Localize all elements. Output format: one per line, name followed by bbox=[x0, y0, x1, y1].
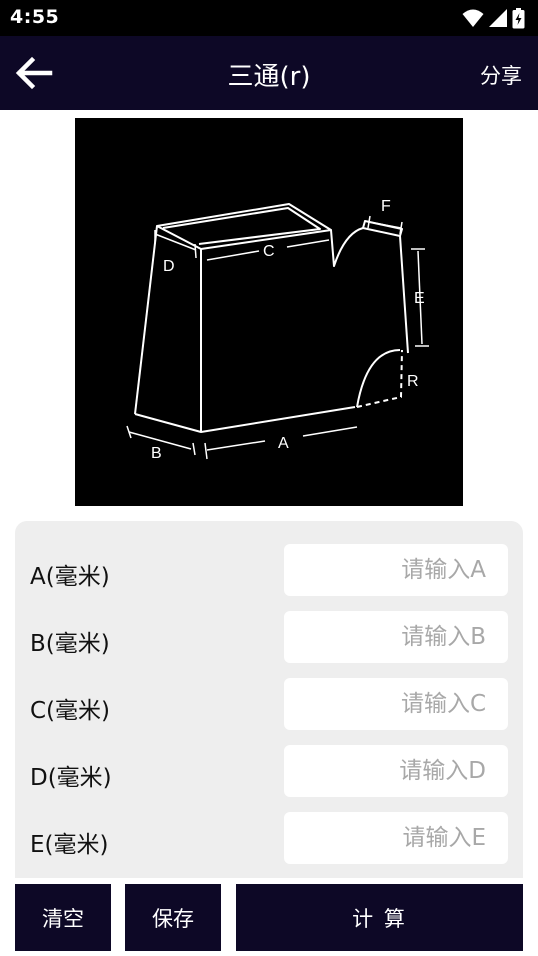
field-label-d: D(毫米) bbox=[30, 765, 112, 791]
form-row-a: A(毫米) bbox=[15, 544, 523, 596]
calculate-button[interactable]: 计 算 bbox=[236, 884, 523, 951]
field-label-c: C(毫米) bbox=[30, 698, 111, 724]
field-label-b: B(毫米) bbox=[30, 631, 110, 657]
app-bar: 三通(r) 分享 bbox=[0, 36, 538, 110]
battery-icon bbox=[512, 8, 525, 29]
form-row-d: D(毫米) bbox=[15, 745, 523, 797]
tee-diagram: D C F E R B A bbox=[75, 118, 463, 506]
back-arrow-icon bbox=[15, 56, 53, 90]
input-e[interactable] bbox=[284, 812, 508, 864]
field-label-a: A(毫米) bbox=[30, 564, 110, 590]
status-time: 4:55 bbox=[10, 6, 60, 28]
input-c[interactable] bbox=[284, 678, 508, 730]
clear-button[interactable]: 清空 bbox=[15, 884, 111, 951]
dimension-label-c: C bbox=[263, 243, 275, 260]
form-row-b: B(毫米) bbox=[15, 611, 523, 663]
status-bar: 4:55 bbox=[0, 0, 538, 36]
field-label-e: E(毫米) bbox=[30, 832, 109, 858]
page-title: 三通(r) bbox=[227, 62, 311, 92]
action-bar: 清空 保存 计 算 bbox=[0, 878, 538, 956]
input-a[interactable] bbox=[284, 544, 508, 596]
dimension-label-r: R bbox=[407, 373, 419, 390]
dimension-label-d: D bbox=[163, 258, 175, 275]
wifi-icon bbox=[462, 9, 484, 27]
input-b[interactable] bbox=[284, 611, 508, 663]
input-form: A(毫米) B(毫米) C(毫米) D(毫米) E(毫米) bbox=[15, 521, 523, 901]
dimension-label-b: B bbox=[151, 445, 162, 462]
dimension-label-e: E bbox=[414, 290, 425, 307]
dimension-label-f: F bbox=[381, 198, 391, 215]
back-button[interactable] bbox=[14, 53, 56, 93]
save-button[interactable]: 保存 bbox=[125, 884, 221, 951]
dimension-label-a: A bbox=[278, 435, 289, 452]
signal-icon bbox=[489, 9, 507, 27]
form-row-e: E(毫米) bbox=[15, 812, 523, 864]
input-d[interactable] bbox=[284, 745, 508, 797]
form-row-c: C(毫米) bbox=[15, 678, 523, 730]
share-button[interactable]: 分享 bbox=[480, 60, 522, 90]
tee-diagram-drawing: D C F E R B A bbox=[126, 198, 429, 462]
